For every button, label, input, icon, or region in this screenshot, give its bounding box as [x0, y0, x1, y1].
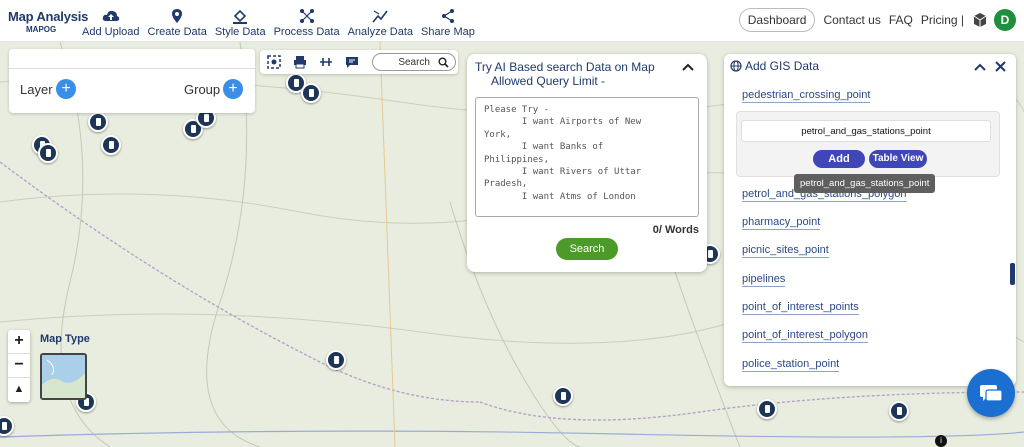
nav-analyze-data[interactable]: Analyze Data — [348, 8, 413, 38]
add-gis-data-panel: Add GIS Data pedestrian_crossing_point p… — [724, 54, 1016, 386]
add-button[interactable]: Add — [813, 150, 865, 168]
map-marker[interactable] — [301, 83, 321, 103]
share-icon — [441, 9, 454, 23]
map-marker[interactable] — [101, 135, 121, 155]
gis-item[interactable]: point_of_interest_points — [742, 301, 859, 315]
ai-panel-title: Try AI Based search Data on Map Allowed … — [475, 60, 675, 88]
measure-icon[interactable] — [318, 55, 334, 69]
ai-title-line2: Allowed Query Limit - — [491, 74, 606, 88]
comment-icon[interactable] — [344, 55, 360, 69]
ai-word-count: 0/ Words — [652, 224, 699, 236]
brand-subtitle: MAPOG — [26, 25, 57, 34]
collapse-icon[interactable] — [973, 62, 987, 72]
main-nav: Add Upload Create Data Style Data Proces… — [82, 8, 483, 38]
layer-panel-header — [9, 49, 255, 69]
analyze-icon — [372, 10, 388, 23]
ai-title-line1: Try AI Based search Data on Map — [475, 60, 655, 74]
brand-title: Map Analysis — [8, 9, 89, 24]
nav-process-data-label: Process Data — [273, 26, 340, 38]
nav-create-data[interactable]: Create Data — [148, 8, 207, 38]
nav-share-map[interactable]: Share Map — [421, 8, 475, 38]
gis-item[interactable]: pipelines — [742, 273, 786, 287]
gis-item[interactable]: police_station_point — [742, 358, 840, 372]
gis-item[interactable]: picnic_sites_point — [742, 244, 829, 258]
zoom-out-button[interactable]: − — [8, 354, 30, 378]
right-nav: Dashboard Contact us FAQ Pricing | D — [738, 8, 1016, 32]
zoom-controls: + − ▲ — [8, 330, 30, 402]
chevron-up-icon[interactable] — [681, 62, 695, 72]
contact-link[interactable]: Contact us — [823, 13, 880, 27]
nav-add-upload-label: Add Upload — [82, 26, 140, 38]
map-type-thumbnail[interactable] — [40, 353, 87, 400]
gis-item[interactable]: pedestrian_crossing_point — [742, 89, 871, 103]
close-icon[interactable] — [994, 60, 1007, 73]
print-icon[interactable] — [292, 55, 308, 69]
nav-process-data[interactable]: Process Data — [274, 8, 340, 38]
gis-item[interactable]: pharmacy_point — [742, 216, 821, 230]
add-group-button[interactable]: + — [223, 79, 243, 99]
top-bar: Map Analysis MAPOG Add Upload Create Dat… — [0, 0, 1024, 42]
ai-search-button[interactable]: Search — [556, 238, 618, 260]
layer-label: Layer — [20, 82, 53, 97]
chat-icon — [980, 385, 1003, 402]
cloud-upload-icon — [102, 10, 119, 21]
globe-icon — [730, 60, 742, 72]
selected-dataset-card: petrol_and_gas_stations_point Add Table … — [736, 111, 1000, 177]
ai-search-panel: Try AI Based search Data on Map Allowed … — [467, 54, 707, 272]
locate-icon[interactable] — [266, 55, 282, 69]
map-toolbar: Search — [260, 50, 458, 74]
zoom-in-button[interactable]: + — [8, 330, 30, 354]
map-type-label: Map Type — [40, 333, 90, 345]
map-pin-icon — [172, 9, 183, 23]
map-marker[interactable] — [326, 350, 346, 370]
dashboard-button[interactable]: Dashboard — [738, 8, 816, 32]
table-view-button[interactable]: Table View — [869, 150, 927, 168]
faq-link[interactable]: FAQ — [889, 13, 913, 27]
nav-share-map-label: Share Map — [421, 26, 475, 38]
map-marker[interactable] — [88, 112, 108, 132]
layer-group-panel: Layer + Group + — [9, 49, 255, 113]
pricing-link[interactable]: Pricing | — [921, 13, 964, 27]
nav-analyze-data-label: Analyze Data — [347, 26, 414, 38]
dataset-tooltip: petrol_and_gas_stations_point — [794, 174, 936, 193]
chat-support-button[interactable] — [967, 369, 1015, 417]
ai-query-textarea[interactable]: Please Try - I want Airports of New York… — [475, 97, 699, 217]
map-marker[interactable] — [757, 399, 777, 419]
cube-icon[interactable] — [972, 12, 988, 28]
map-marker[interactable] — [889, 401, 909, 421]
search-icon — [438, 57, 449, 68]
nav-style-data-label: Style Data — [214, 26, 266, 38]
selected-dataset-field[interactable]: petrol_and_gas_stations_point — [741, 120, 991, 142]
info-icon[interactable]: i — [935, 435, 947, 447]
add-layer-button[interactable]: + — [56, 79, 76, 99]
map-marker[interactable] — [553, 386, 573, 406]
brand-logo[interactable]: Map Analysis MAPOG — [8, 9, 88, 34]
group-label: Group — [184, 82, 221, 97]
nav-create-data-label: Create Data — [147, 26, 207, 38]
map-marker[interactable] — [38, 143, 58, 163]
map-search-box[interactable]: Search — [372, 53, 456, 71]
gis-panel-scrollbar[interactable] — [1010, 263, 1015, 285]
reset-north-button[interactable]: ▲ — [8, 378, 30, 402]
nav-style-data[interactable]: Style Data — [215, 8, 266, 38]
process-icon — [299, 9, 314, 23]
gis-panel-title: Add GIS Data — [730, 59, 819, 73]
gis-title-text: Add GIS Data — [745, 59, 820, 73]
satellite-preview — [42, 355, 85, 398]
map-search-label: Search — [398, 56, 430, 68]
user-avatar[interactable]: D — [994, 9, 1016, 31]
paint-bucket-icon — [233, 9, 248, 24]
gis-item[interactable]: point_of_interest_polygon — [742, 329, 868, 343]
nav-add-upload[interactable]: Add Upload — [82, 8, 140, 38]
